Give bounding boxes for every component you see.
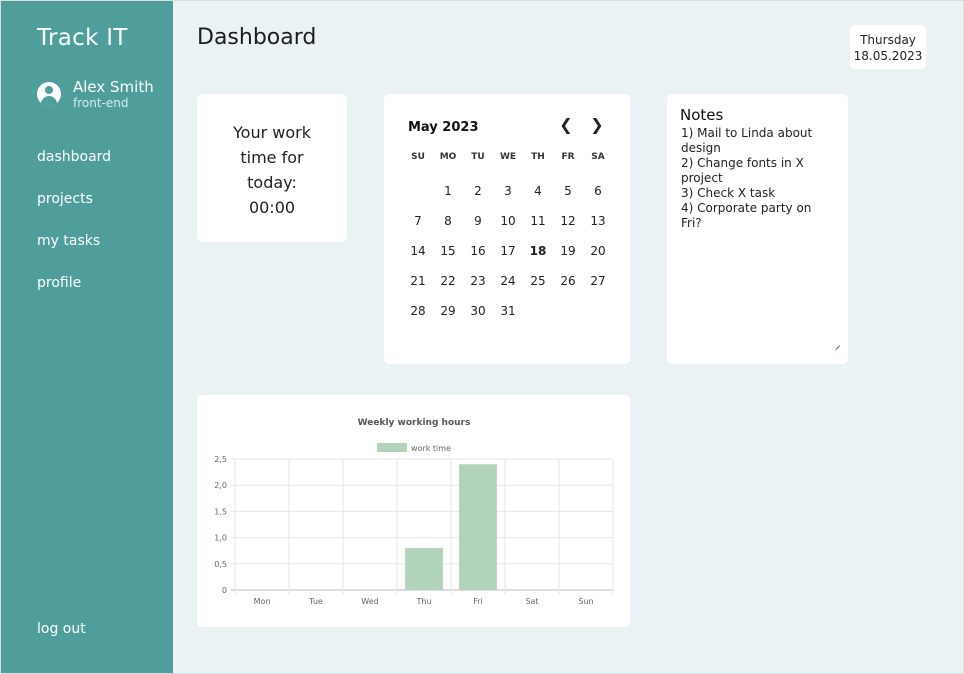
calendar-day[interactable]: 17 [493, 236, 523, 266]
user-profile: Alex Smith front-end [37, 79, 154, 110]
calendar-day[interactable]: 3 [493, 176, 523, 206]
work-time-line-2: time for [240, 148, 304, 167]
calendar-day[interactable]: 7 [403, 206, 433, 236]
calendar-day[interactable]: 16 [463, 236, 493, 266]
page-title: Dashboard [197, 25, 317, 50]
calendar-day[interactable]: 27 [583, 266, 613, 296]
calendar-day[interactable]: 13 [583, 206, 613, 236]
calendar-day[interactable]: 29 [433, 296, 463, 326]
y-tick-label: 1,5 [214, 507, 227, 516]
date-display: Thursday 18.05.2023 [850, 25, 926, 69]
calendar-day[interactable]: 25 [523, 266, 553, 296]
calendar-weekday: MO [439, 152, 457, 162]
x-tick-label: Thu [415, 597, 431, 606]
chevron-right-icon[interactable]: ❯ [588, 116, 606, 134]
calendar-day[interactable]: 11 [523, 206, 553, 236]
work-time-card: Your work time for today: 00:00 [197, 94, 347, 242]
notes-textarea[interactable]: 1) Mail to Linda about design 2) Change … [681, 126, 831, 231]
y-tick-label: 1,0 [214, 534, 227, 543]
calendar-weekday: TU [471, 152, 485, 162]
calendar-day[interactable]: 24 [493, 266, 523, 296]
calendar-day[interactable]: 9 [463, 206, 493, 236]
nav-item-dashboard[interactable]: dashboard [37, 147, 111, 189]
calendar-day[interactable]: 22 [433, 266, 463, 296]
calendar-day[interactable]: 26 [553, 266, 583, 296]
x-tick-label: Wed [361, 597, 378, 606]
calendar-weekday: TH [531, 152, 545, 162]
calendar-empty-cell [403, 176, 433, 206]
legend-label: work time [411, 444, 451, 453]
notes-title: Notes [680, 106, 724, 124]
calendar-day[interactable]: 12 [553, 206, 583, 236]
nav-item-profile[interactable]: profile [37, 273, 111, 315]
calendar-day[interactable]: 14 [403, 236, 433, 266]
calendar-day[interactable]: 28 [403, 296, 433, 326]
calendar-day[interactable]: 31 [493, 296, 523, 326]
y-tick-label: 0 [222, 586, 227, 595]
calendar-weekday: SU [411, 152, 425, 162]
nav-item-my-tasks[interactable]: my tasks [37, 231, 111, 273]
calendar-day[interactable]: 10 [493, 206, 523, 236]
date-label: 18.05.2023 [853, 49, 923, 63]
calendar-day[interactable]: 15 [433, 236, 463, 266]
calendar-day[interactable]: 5 [553, 176, 583, 206]
y-tick-label: 0,5 [214, 560, 227, 569]
main-content: Dashboard Thursday 18.05.2023 Your work … [173, 1, 963, 673]
work-time-value: 00:00 [248, 198, 296, 217]
calendar-weekday: SA [591, 152, 605, 162]
calendar-day[interactable]: 18 [523, 236, 553, 266]
resize-handle-icon[interactable] [831, 341, 841, 351]
calendar-day[interactable]: 8 [433, 206, 463, 236]
logout-link[interactable]: log out [37, 621, 86, 637]
calendar-grid: SU MO TU WE TH FR SA 1 2 3 4 5 6 7 8 9 10 11 12 13 14 15 16 17 1… [403, 146, 613, 326]
calendar-widget: May 2023 ❮ ❯ SU MO TU WE TH FR SA 1 2 3 4 5 6 7 8 9 10 11… [384, 94, 630, 364]
brand-logo: Track IT [37, 25, 128, 51]
notes-card: Notes 1) Mail to Linda about design 2) C… [667, 94, 848, 364]
x-tick-label: Sat [525, 597, 538, 606]
calendar-day[interactable]: 6 [583, 176, 613, 206]
weekday-label: Thursday [860, 33, 916, 47]
calendar-day[interactable]: 21 [403, 266, 433, 296]
calendar-day[interactable]: 1 [433, 176, 463, 206]
x-tick-label: Tue [308, 597, 323, 606]
chart-title: Weekly working hours [358, 418, 471, 428]
bar-thu [405, 548, 443, 590]
user-name: Alex Smith [73, 78, 154, 96]
calendar-day[interactable]: 30 [463, 296, 493, 326]
calendar-weekday: FR [561, 152, 575, 162]
user-role: front-end [73, 96, 129, 110]
legend-swatch [377, 443, 407, 452]
chevron-left-icon[interactable]: ❮ [557, 116, 575, 134]
x-tick-label: Fri [473, 597, 483, 606]
calendar-month-label: May 2023 [408, 120, 479, 135]
nav-item-projects[interactable]: projects [37, 189, 111, 231]
calendar-day[interactable]: 4 [523, 176, 553, 206]
x-tick-label: Mon [254, 597, 271, 606]
calendar-weekday: WE [499, 152, 517, 162]
chart-canvas: Weekly working hours work time 0 0,5 1,0 1,5 2… [214, 418, 614, 606]
main-nav: dashboard projects my tasks profile [37, 147, 111, 315]
work-time-line-1: Your work [233, 123, 311, 142]
calendar-day[interactable]: 23 [463, 266, 493, 296]
user-avatar-icon [37, 82, 61, 106]
x-tick-label: Sun [578, 597, 593, 606]
calendar-day[interactable]: 2 [463, 176, 493, 206]
weekly-hours-chart: Weekly working hours work time 0 0,5 1,0 1,5 2… [197, 395, 630, 627]
calendar-day[interactable]: 20 [583, 236, 613, 266]
calendar-day[interactable]: 19 [553, 236, 583, 266]
y-tick-label: 2,0 [214, 481, 227, 490]
work-time-line-3: today: [247, 173, 297, 192]
y-tick-label: 2,5 [214, 455, 227, 464]
bar-fri [459, 464, 497, 590]
sidebar: Track IT Alex Smith front-end dashboard … [1, 1, 173, 673]
